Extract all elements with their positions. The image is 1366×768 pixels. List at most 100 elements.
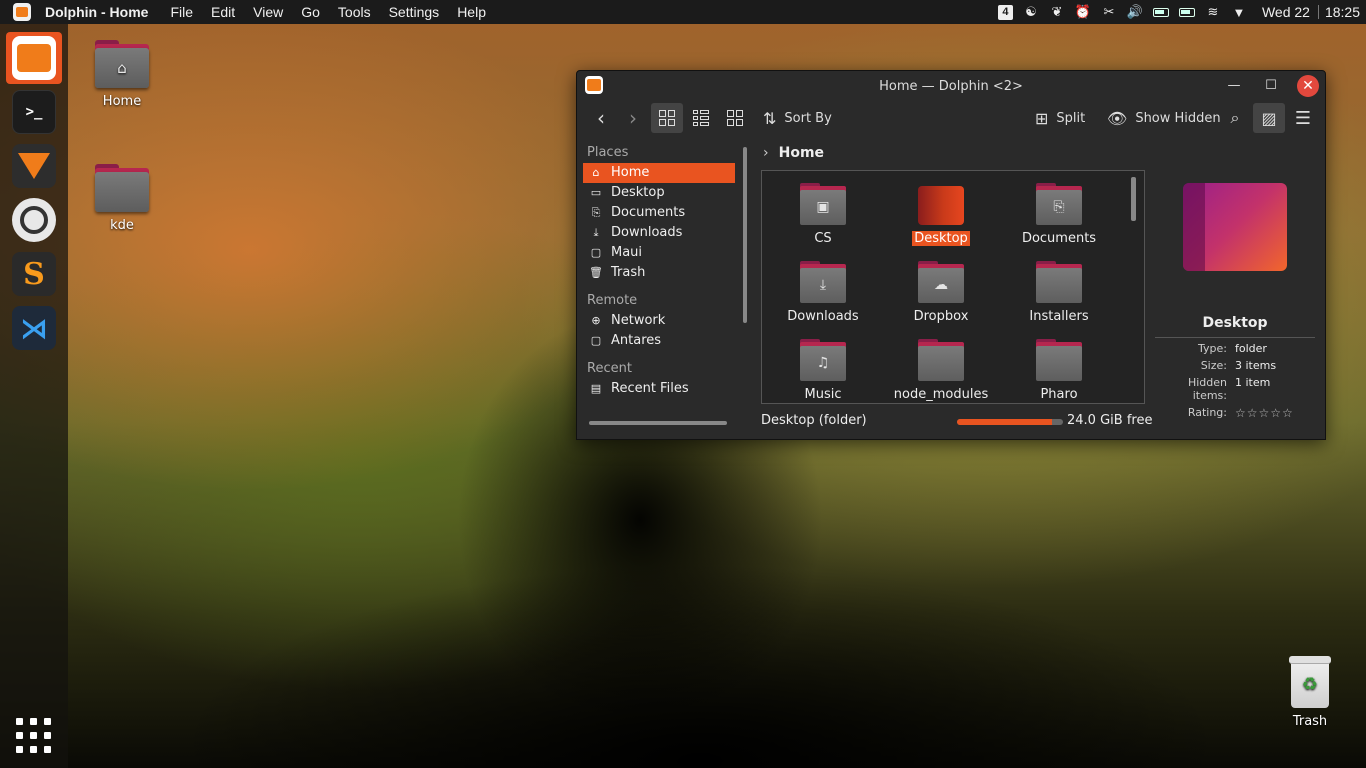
file-label: Music <box>804 387 842 402</box>
file-label: Installers <box>1029 309 1089 324</box>
menu-view[interactable]: View <box>253 4 283 20</box>
show-hidden-button[interactable]: 👁 Show Hidden <box>1107 103 1221 133</box>
image-icon: ▨ <box>1261 108 1277 128</box>
desktop-icon-trash[interactable]: ♻ Trash <box>1280 656 1340 729</box>
battery-2-icon[interactable] <box>1178 7 1195 17</box>
tweak-icon[interactable]: ❦ <box>1044 4 1070 20</box>
place-desktop[interactable]: ▭ Desktop <box>583 183 735 203</box>
date-label[interactable]: Wed 22 <box>1262 4 1310 20</box>
dock-files[interactable] <box>6 32 62 84</box>
menu-go[interactable]: Go <box>301 4 320 20</box>
menu-tools[interactable]: Tools <box>338 4 371 20</box>
volume-icon[interactable]: 🔊 <box>1122 4 1148 20</box>
settings-icon <box>12 198 56 242</box>
download-icon: ⤓ <box>593 226 599 239</box>
breadcrumb-home[interactable]: Home <box>779 145 824 161</box>
information-panel: Desktop Type: folder Size: 3 items Hidden … <box>1155 171 1315 420</box>
back-button[interactable]: ‹ <box>585 103 617 133</box>
search-button[interactable]: ⌕ <box>1219 103 1251 133</box>
file-item[interactable]: ⎘ Documents <box>1000 183 1118 246</box>
dock-settings[interactable] <box>6 194 62 246</box>
file-item[interactable]: ⤓ Downloads <box>764 261 882 324</box>
documents-folder-icon: ⎘ <box>1036 183 1082 225</box>
file-label: CS <box>814 231 832 246</box>
place-maui[interactable]: ▢ Maui <box>583 243 735 263</box>
file-item[interactable]: Installers <box>1000 261 1118 324</box>
split-icon: ⊞ <box>1035 108 1049 128</box>
compact-view-button[interactable] <box>685 103 717 133</box>
file-view-scrollbar[interactable] <box>1131 177 1136 221</box>
gitlab-icon <box>12 144 56 188</box>
menu-settings[interactable]: Settings <box>389 4 440 20</box>
details-view-button[interactable] <box>719 103 751 133</box>
menu-help[interactable]: Help <box>457 4 486 20</box>
place-label: Network <box>611 313 666 328</box>
place-network[interactable]: ⊕ Network <box>583 311 735 331</box>
dolphin-app-icon <box>13 3 31 21</box>
desktop-icon-label: kde <box>110 218 134 233</box>
show-hidden-label: Show Hidden <box>1135 110 1221 126</box>
places-horizontal-scrollbar[interactable] <box>589 421 727 425</box>
folder-icon <box>95 164 149 212</box>
info-value: 3 items <box>1235 359 1277 372</box>
info-value: folder <box>1235 342 1267 355</box>
icons-view-button[interactable] <box>651 103 683 133</box>
disk-space-bar[interactable] <box>957 419 1063 425</box>
rating-stars[interactable]: ☆☆☆☆☆ <box>1235 406 1294 420</box>
file-item[interactable]: node_modules <box>882 339 1000 402</box>
hamburger-menu-button[interactable]: ☰ <box>1287 103 1319 133</box>
place-label: Desktop <box>611 185 665 200</box>
dolphin-window-icon[interactable] <box>585 76 603 94</box>
place-recent-files[interactable]: ▤ Recent Files <box>583 379 735 399</box>
alarm-icon[interactable]: ⏰ <box>1070 4 1096 20</box>
place-home[interactable]: ⌂ Home <box>583 163 735 183</box>
maximize-button[interactable]: ☐ <box>1260 75 1282 97</box>
show-apps-icon[interactable] <box>16 718 52 754</box>
documents-icon: ⎘ <box>591 206 601 219</box>
battery-icon[interactable] <box>1152 7 1169 17</box>
trash-icon: 🗑 <box>589 266 603 279</box>
sort-by-button[interactable]: ⇅ Sort By <box>763 103 832 133</box>
file-item[interactable]: Pharo <box>1000 339 1118 402</box>
menu-file[interactable]: File <box>170 4 193 20</box>
file-view[interactable]: ▣ CS Desktop ⎘ Documents ⤓ Downloads ☁ D… <box>761 170 1145 404</box>
info-row: Hidden items: 1 item <box>1155 376 1315 402</box>
breadcrumb[interactable]: › Home <box>763 145 824 161</box>
scissors-icon[interactable]: ✂ <box>1096 4 1122 20</box>
desktop-icon-kde[interactable]: kde <box>82 164 162 233</box>
yin-yang-icon[interactable]: ☯ <box>1018 4 1044 20</box>
place-downloads[interactable]: ⤓ Downloads <box>583 223 735 243</box>
file-item[interactable]: ♫ Music <box>764 339 882 402</box>
sort-by-label: Sort By <box>784 110 832 126</box>
place-antares[interactable]: ▢ Antares <box>583 331 735 351</box>
minimize-button[interactable]: — <box>1223 75 1245 97</box>
place-label: Antares <box>611 333 662 348</box>
close-button[interactable]: ✕ <box>1297 75 1319 97</box>
split-label: Split <box>1056 110 1086 126</box>
place-documents[interactable]: ⎘ Documents <box>583 203 735 223</box>
dock-sublime[interactable]: S <box>6 248 62 300</box>
desktop-icon-label: Home <box>102 94 142 109</box>
place-trash[interactable]: 🗑 Trash <box>583 263 735 283</box>
wifi-icon[interactable]: ≋ <box>1200 4 1226 20</box>
window-titlebar[interactable]: Home — Dolphin <2> — ☐ ✕ <box>577 71 1325 101</box>
dock-gitlab[interactable] <box>6 140 62 192</box>
file-item[interactable]: Desktop <box>882 183 1000 246</box>
forward-button[interactable]: › <box>617 103 649 133</box>
music-folder-icon: ♫ <box>800 339 846 381</box>
file-item[interactable]: ☁ Dropbox <box>882 261 1000 324</box>
menu-edit[interactable]: Edit <box>211 4 235 20</box>
clock[interactable]: 18:25 <box>1325 4 1360 20</box>
places-scrollbar[interactable] <box>743 147 747 323</box>
chevron-down-icon[interactable]: ▼ <box>1226 5 1252 20</box>
preview-button[interactable]: ▨ <box>1253 103 1285 133</box>
file-item[interactable]: ▣ CS <box>764 183 882 246</box>
desktop-icon-home[interactable]: ⌂ Home <box>82 40 162 109</box>
workspace-indicator[interactable]: 4 <box>997 4 1013 20</box>
dolphin-window: Home — Dolphin <2> — ☐ ✕ ‹ › ⇅ Sort By ⊞… <box>576 70 1326 440</box>
split-button[interactable]: ⊞ Split <box>1035 103 1085 133</box>
dock-vscode[interactable]: ⋊ <box>6 302 62 354</box>
top-panel: Dolphin - Home File Edit View Go Tools S… <box>0 0 1366 24</box>
places-section-title: Places <box>587 145 629 160</box>
dock-terminal[interactable]: >_ <box>6 86 62 138</box>
